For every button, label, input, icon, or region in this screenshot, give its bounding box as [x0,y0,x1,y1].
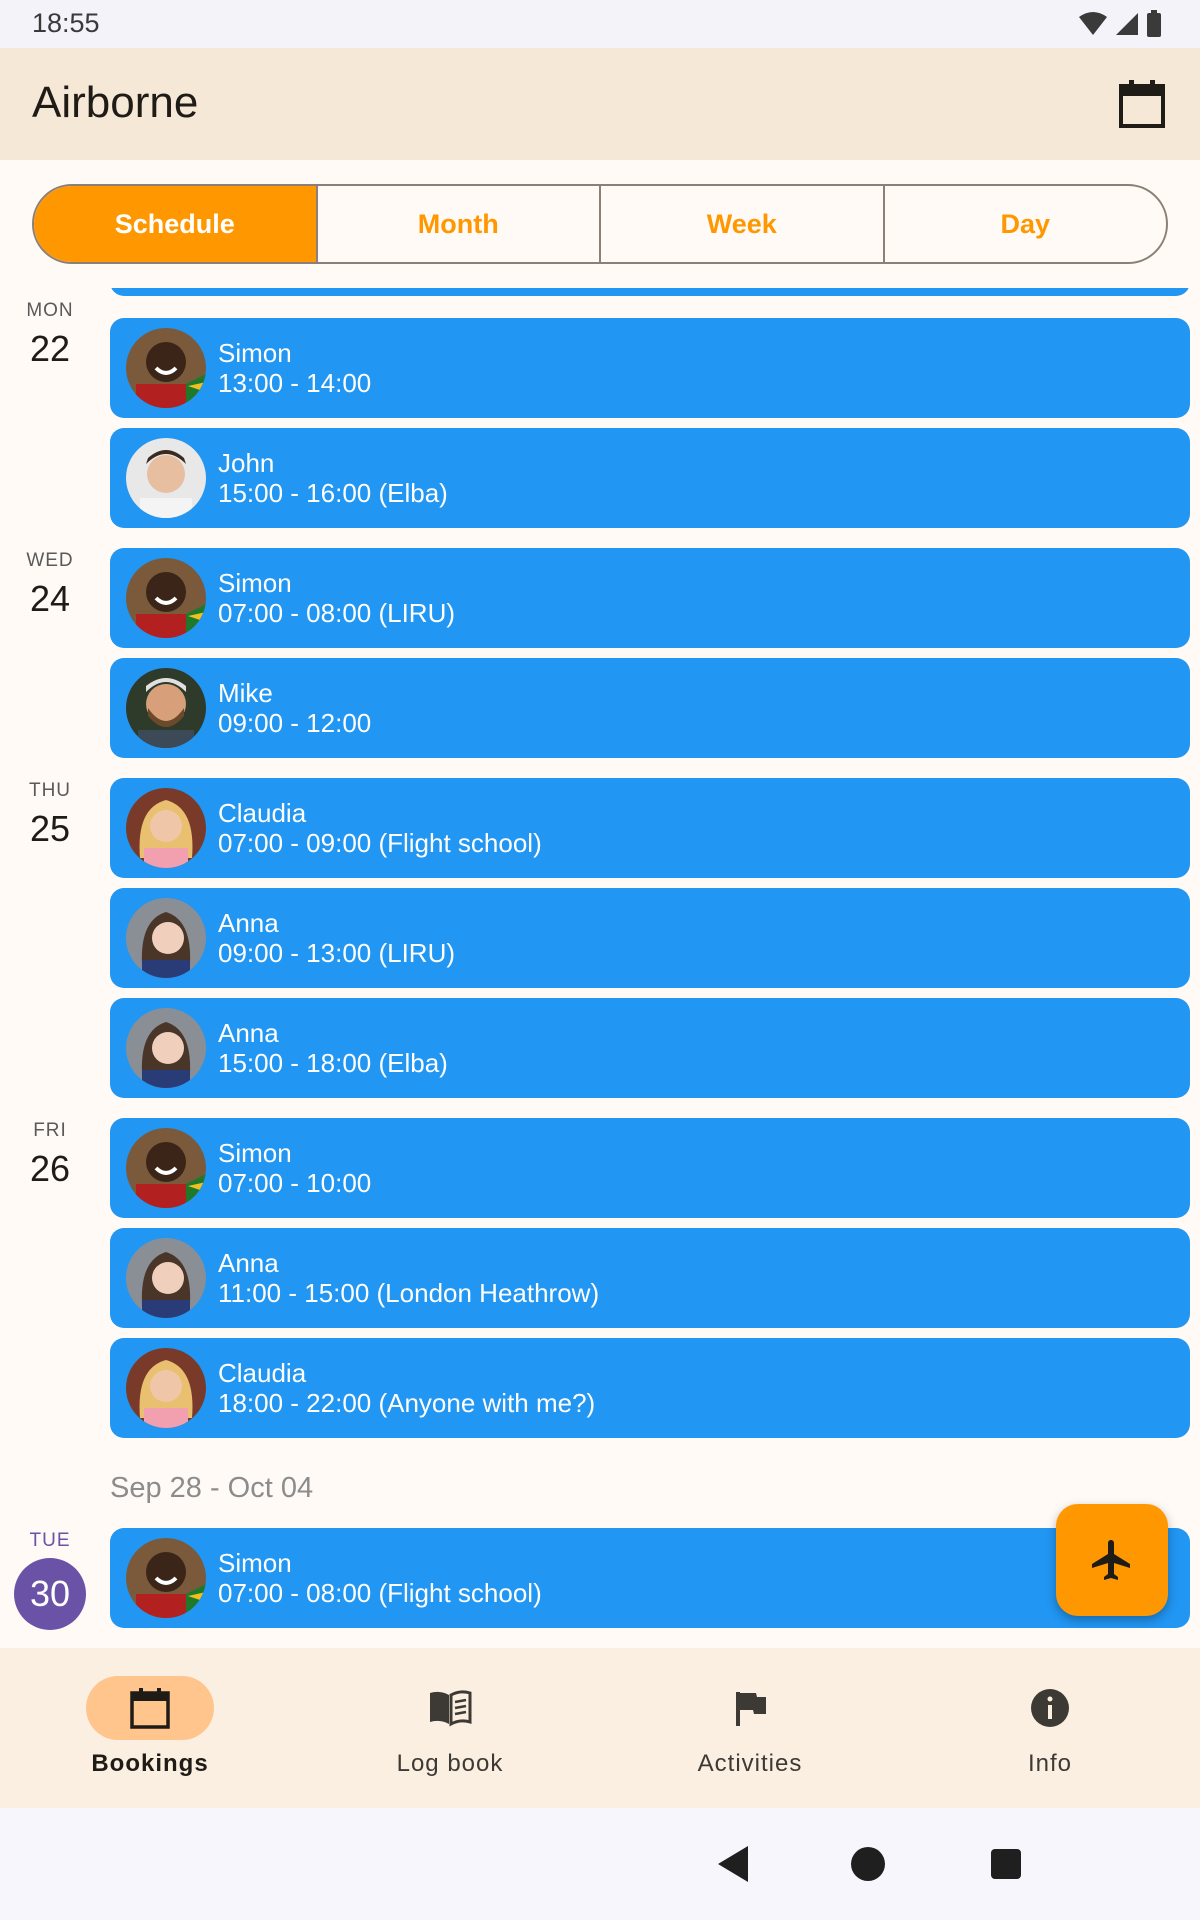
booking-pilot: Claudia [218,798,307,828]
wifi-icon [1079,12,1107,35]
view-switcher: Schedule Month Week Day [32,184,1168,264]
nav-label: Info [1027,1750,1073,1777]
avatar [126,898,206,978]
booking-pilot: Anna [218,1018,279,1048]
booking-time: 07:00 - 08:00 (Flight school) [218,1578,542,1608]
nav-indicator [86,1676,214,1740]
booking-time: 07:00 - 10:00 [218,1168,372,1198]
booking-card[interactable]: John 15:00 - 16:00 (Elba) [110,428,1190,528]
back-icon[interactable] [716,1844,752,1884]
booking-pilot: Simon [218,1548,292,1578]
day-of-week: FRI [33,1120,67,1141]
booking-card[interactable]: Anna 09:00 - 13:00 (LIRU) [110,888,1190,988]
nav-log-book[interactable]: Log book [300,1648,600,1808]
booking-card-partial[interactable] [110,288,1190,296]
booking-pilot: Anna [218,908,279,938]
day-number: 22 [29,328,71,369]
bottom-navigation: Bookings Log book Activities Info [0,1648,1200,1808]
nav-indicator [686,1676,814,1740]
battery-icon [1147,10,1161,37]
day-number: 26 [29,1148,71,1189]
booking-card[interactable]: Mike 09:00 - 12:00 [110,658,1190,758]
booking-card[interactable]: Simon 07:00 - 08:00 (LIRU) [110,548,1190,648]
day-of-week: MON [26,300,74,321]
app-title: Airborne [32,78,199,127]
booking-pilot: Mike [218,678,273,708]
booking-card[interactable]: Simon 13:00 - 14:00 [110,318,1190,418]
signal-icon [1116,13,1138,35]
nav-label: Activities [697,1750,803,1777]
nav-label: Bookings [91,1750,209,1777]
booking-pilot: Claudia [218,1358,307,1388]
avatar [126,1008,206,1088]
recents-icon[interactable] [990,1848,1022,1880]
day-number: 25 [29,808,71,849]
status-bar: 18:55 [0,0,1200,48]
avatar [126,668,206,748]
airplane-icon [1092,1540,1130,1580]
home-icon[interactable] [850,1846,886,1882]
booking-card[interactable]: Claudia 07:00 - 09:00 (Flight school) [110,778,1190,878]
avatar [126,328,206,408]
day-of-week: THU [28,780,72,801]
avatar [126,438,206,518]
nav-label: Log book [396,1750,504,1777]
avatar [126,1538,206,1618]
booking-time: 15:00 - 18:00 (Elba) [218,1048,448,1078]
booking-card[interactable]: Anna 11:00 - 15:00 (London Heathrow) [110,1228,1190,1328]
nav-info[interactable]: Info [900,1648,1200,1808]
avatar [126,1128,206,1208]
nav-bookings[interactable]: Bookings [0,1648,300,1808]
avatar [126,558,206,638]
booking-pilot: Simon [218,1138,292,1168]
day-label: FRI 26 [0,1120,100,1190]
booking-card[interactable]: Simon 07:00 - 08:00 (Flight school) [110,1528,1190,1628]
tab-week[interactable]: Week [599,186,883,262]
tab-month[interactable]: Month [315,186,600,262]
system-navigation-bar [0,1808,1200,1920]
day-label: MON 22 [0,300,100,370]
book-icon [430,1690,472,1727]
tab-schedule[interactable]: Schedule [34,186,316,262]
day-number: 24 [29,578,71,619]
app-bar: Airborne [0,48,1200,160]
status-icons [1078,10,1162,38]
booking-time: 13:00 - 14:00 [218,368,372,398]
booking-time: 18:00 - 22:00 (Anyone with me?) [218,1388,596,1418]
nav-activities[interactable]: Activities [600,1648,900,1808]
booking-card[interactable]: Simon 07:00 - 10:00 [110,1118,1190,1218]
avatar [126,1238,206,1318]
booking-time: 11:00 - 15:00 (London Heathrow) [218,1278,600,1308]
booking-pilot: Anna [218,1248,279,1278]
day-of-week: WED [26,550,74,571]
booking-time: 07:00 - 09:00 (Flight school) [218,828,542,858]
week-range-header: Sep 28 - Oct 04 [110,1472,314,1504]
info-icon [1031,1689,1069,1727]
avatar [126,1348,206,1428]
day-label-today: TUE 30 [0,1530,100,1630]
booking-card[interactable]: Anna 15:00 - 18:00 (Elba) [110,998,1190,1098]
booking-pilot: Simon [218,338,292,368]
schedule-list[interactable]: MON 22 Simon 13:00 - 14:00 John 15:00 - … [0,288,1200,1648]
day-of-week: TUE [29,1530,71,1551]
flag-icon [736,1692,766,1726]
booking-time: 09:00 - 13:00 (LIRU) [218,938,456,968]
calendar-icon [130,1688,170,1729]
day-label: THU 25 [0,780,100,850]
booking-card[interactable]: Claudia 18:00 - 22:00 (Anyone with me?) [110,1338,1190,1438]
avatar [126,788,206,868]
calendar-icon[interactable] [1116,78,1168,130]
new-booking-button[interactable] [1056,1504,1168,1616]
nav-indicator [386,1676,514,1740]
booking-time: 07:00 - 08:00 (LIRU) [218,598,456,628]
booking-pilot: John [218,448,275,478]
status-time: 18:55 [32,8,100,38]
booking-time: 15:00 - 16:00 (Elba) [218,478,448,508]
booking-time: 09:00 - 12:00 [218,708,372,738]
nav-indicator [986,1676,1114,1740]
day-number: 30 [14,1558,86,1630]
booking-pilot: Simon [218,568,292,598]
tab-day[interactable]: Day [882,186,1167,262]
day-label: WED 24 [0,550,100,620]
